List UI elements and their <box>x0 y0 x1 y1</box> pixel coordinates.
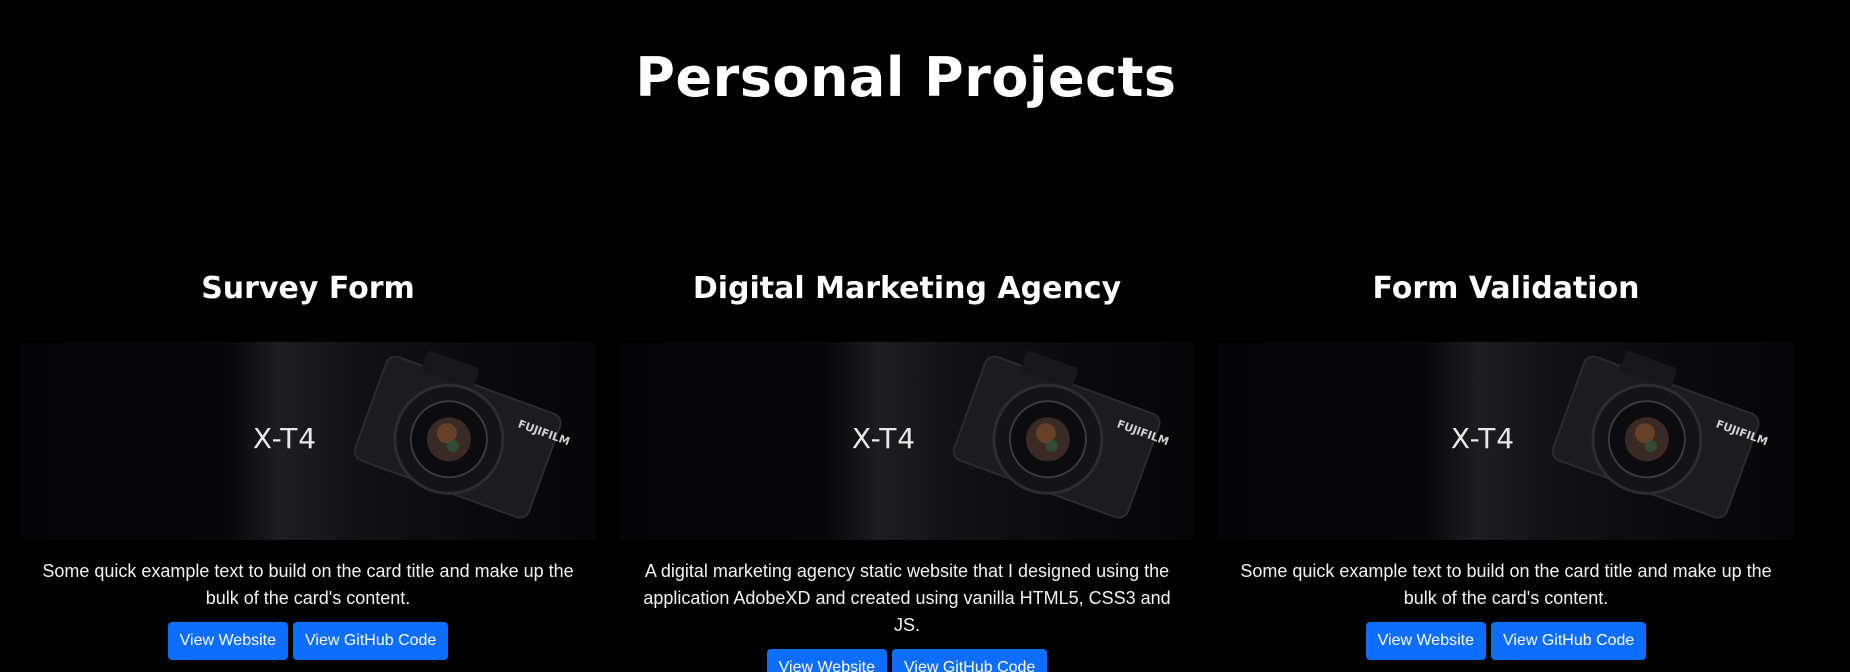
project-card: Survey Form X-T4 FUJIFILM Some quick exa… <box>20 262 596 672</box>
camera-image: X-T4 FUJIFILM <box>852 350 1171 519</box>
card-actions: View Website View GitHub Code <box>167 622 449 660</box>
card-image: X-T4 FUJIFILM <box>1218 342 1794 540</box>
card-title: Survey Form <box>201 271 415 306</box>
view-github-button[interactable]: View GitHub Code <box>293 622 449 660</box>
card-title: Digital Marketing Agency <box>692 271 1122 306</box>
view-website-button[interactable]: View Website <box>167 622 288 660</box>
view-github-button[interactable]: View GitHub Code <box>892 649 1048 672</box>
card-description: Some quick example text to build on the … <box>42 561 574 608</box>
view-website-button[interactable]: View Website <box>766 649 887 672</box>
camera-icon: FUJIFILM <box>353 350 572 519</box>
card-description: Some quick example text to build on the … <box>1240 561 1772 608</box>
card-image: X-T4 FUJIFILM <box>619 342 1195 540</box>
camera-image: X-T4 FUJIFILM <box>1451 350 1770 519</box>
camera-icon: FUJIFILM <box>952 350 1171 519</box>
page-title: Personal Projects <box>635 46 1177 109</box>
card-actions: View Website View GitHub Code <box>766 649 1048 672</box>
card-image: X-T4 FUJIFILM <box>20 342 596 540</box>
view-website-button[interactable]: View Website <box>1365 622 1486 660</box>
project-card: Form Validation X-T4 FUJIFILM Some quick… <box>1218 262 1794 672</box>
project-cards: Survey Form X-T4 FUJIFILM Some quick exa… <box>20 262 1794 672</box>
image-model-text: X-T4 <box>1451 422 1515 455</box>
camera-image: X-T4 FUJIFILM <box>253 350 572 519</box>
image-model-text: X-T4 <box>852 422 916 455</box>
camera-icon: FUJIFILM <box>1551 350 1770 519</box>
view-github-button[interactable]: View GitHub Code <box>1491 622 1647 660</box>
card-title: Form Validation <box>1372 271 1640 306</box>
card-actions: View Website View GitHub Code <box>1365 622 1647 660</box>
project-card: Digital Marketing Agency X-T4 FUJIFILM A… <box>619 262 1195 672</box>
card-description: A digital marketing agency static websit… <box>643 561 1171 635</box>
image-model-text: X-T4 <box>253 422 317 455</box>
